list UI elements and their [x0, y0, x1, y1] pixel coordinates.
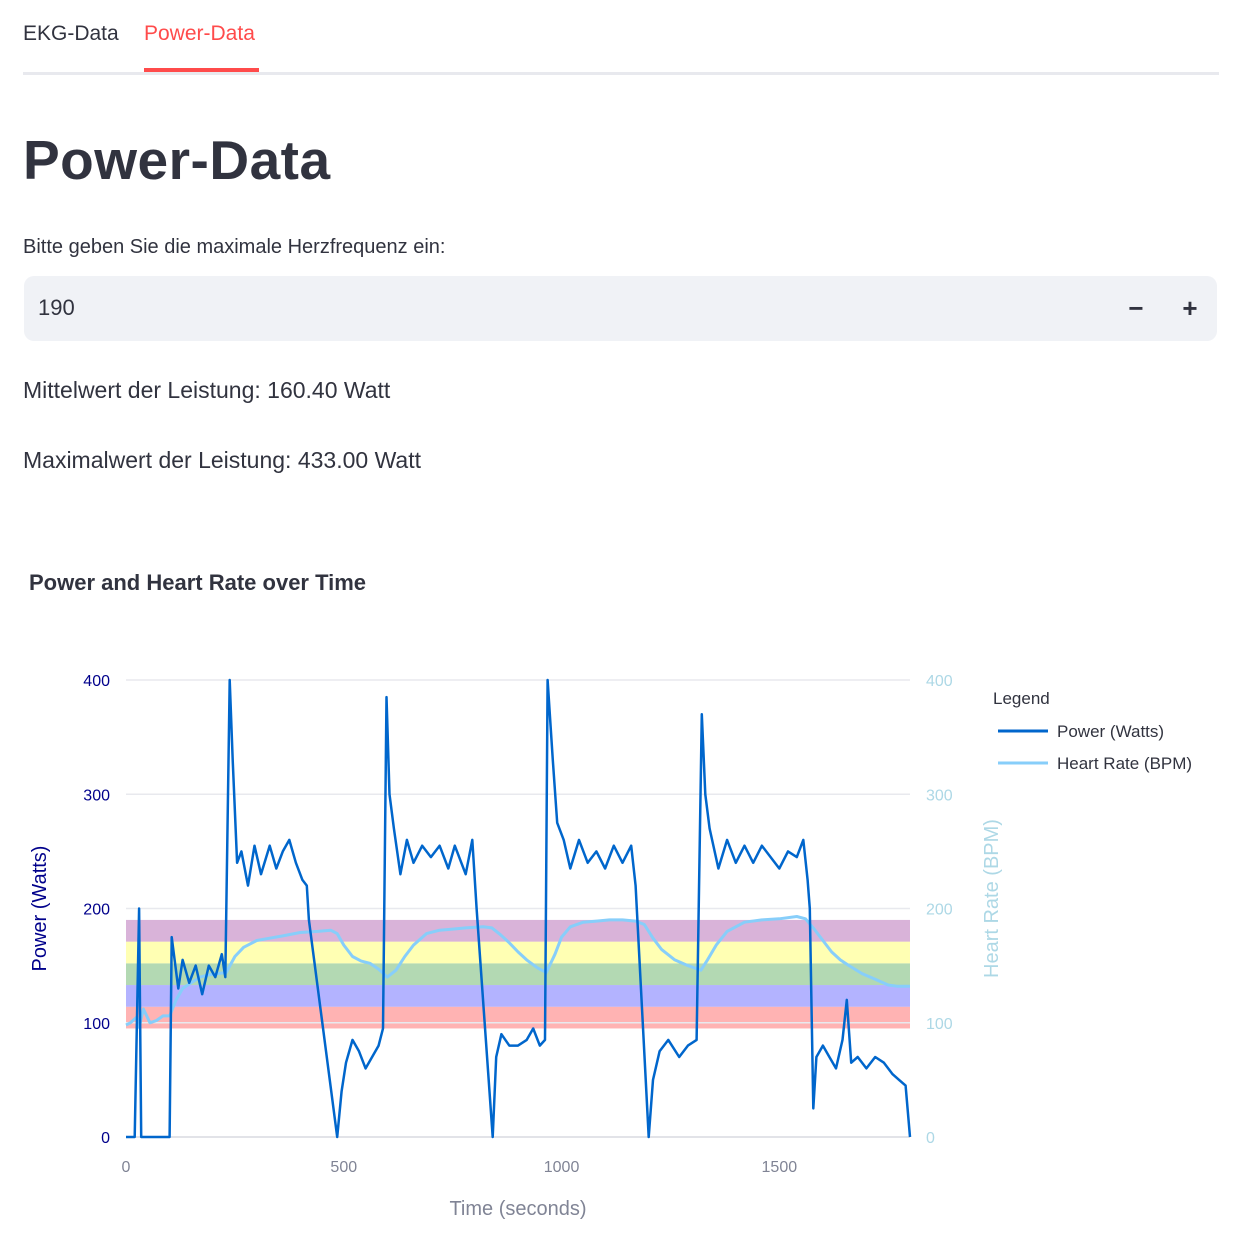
x-tick-label: 1000: [544, 1159, 580, 1176]
legend[interactable]: Legend Power (Watts) Heart Rate (BPM): [993, 689, 1192, 773]
active-tab-indicator: [144, 68, 259, 72]
max-hr-label: Bitte geben Sie die maximale Herzfrequen…: [23, 236, 446, 258]
y-right-tick-label: 100: [926, 1016, 953, 1033]
x-axis-title: Time (seconds): [449, 1198, 586, 1220]
decrement-button[interactable]: −: [1116, 288, 1156, 328]
y-left-tick-label: 0: [101, 1130, 110, 1147]
power-hr-chart[interactable]: 0 500 1000 1500 0 100 200 300 400 0 100 200 300 400 T…: [0, 640, 1238, 1230]
y-right-tick-label: 200: [926, 902, 953, 919]
y-left-tick-label: 300: [83, 787, 110, 804]
hr-zones: [126, 919, 910, 1029]
hr-zone-1: [126, 1006, 910, 1029]
increment-button[interactable]: +: [1170, 288, 1210, 328]
max-power-text: Maximalwert der Leistung: 433.00 Watt: [23, 447, 421, 473]
hr-zone-5: [126, 919, 910, 942]
y-axis-right-title: Heart Rate (BPM): [981, 819, 1003, 978]
y-left-tick-label: 400: [83, 673, 110, 690]
legend-title: Legend: [993, 689, 1050, 708]
y-right-tick-label: 300: [926, 787, 953, 804]
tab-bar: EKG-Data Power-Data: [23, 0, 1219, 75]
gridlines: [126, 679, 910, 1138]
legend-heart-rate-label[interactable]: Heart Rate (BPM): [1057, 754, 1192, 773]
x-tick-label: 500: [330, 1159, 357, 1176]
y-axis-left-title: Power (Watts): [29, 846, 51, 972]
hr-zone-2: [126, 985, 910, 1007]
x-tick-label: 0: [122, 1159, 131, 1176]
page-title: Power-Data: [23, 129, 331, 191]
hr-zone-3: [126, 963, 910, 986]
mean-power-text: Mittelwert der Leistung: 160.40 Watt: [23, 377, 391, 403]
chart-title: Power and Heart Rate over Time: [29, 570, 367, 595]
max-hr-number-input[interactable]: 190 − +: [24, 276, 1217, 341]
y-right-tick-label: 400: [926, 673, 953, 690]
y-left-tick-label: 100: [83, 1016, 110, 1033]
tab-ekg-data[interactable]: EKG-Data: [23, 22, 119, 46]
y-right-tick-label: 0: [926, 1130, 935, 1147]
tab-power-data[interactable]: Power-Data: [144, 22, 255, 46]
y-left-tick-label: 200: [83, 902, 110, 919]
legend-power-label[interactable]: Power (Watts): [1057, 722, 1164, 741]
max-hr-value[interactable]: 190: [38, 295, 75, 321]
x-tick-label: 1500: [762, 1159, 798, 1176]
